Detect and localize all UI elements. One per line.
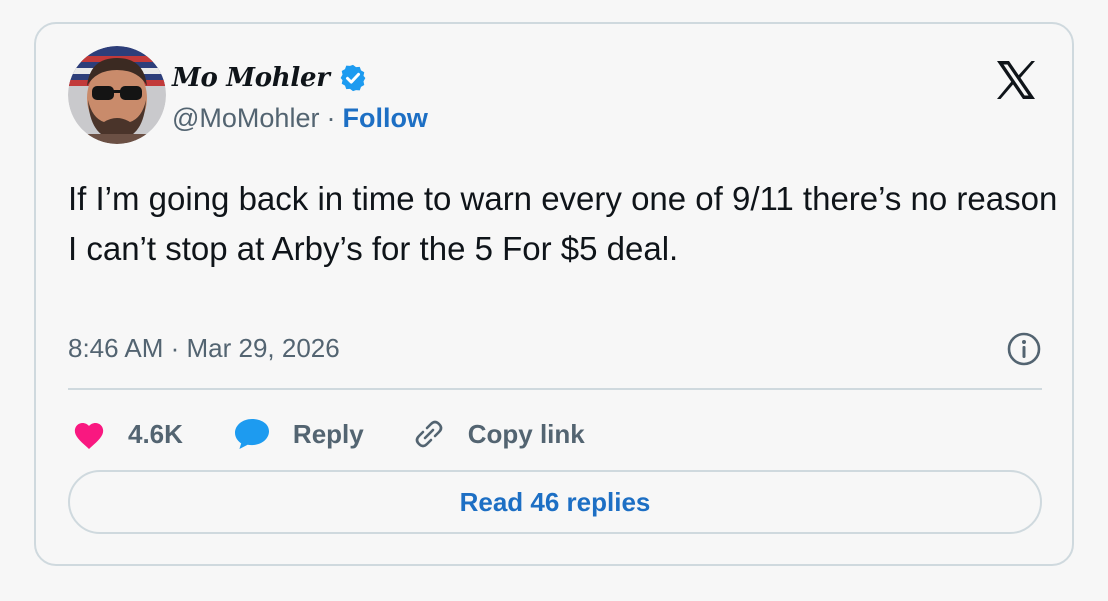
author-display-name[interactable]: Mo Mohler bbox=[172, 63, 330, 93]
reply-label: Reply bbox=[292, 418, 364, 449]
follow-button[interactable]: Follow bbox=[342, 103, 427, 134]
copy-link-label: Copy link bbox=[467, 418, 585, 449]
link-icon bbox=[410, 417, 448, 451]
copy-link-button[interactable]: Copy link bbox=[410, 417, 585, 451]
handle-separator: · bbox=[326, 102, 336, 133]
divider bbox=[68, 388, 1042, 390]
tweet-timestamp[interactable]: 8:46 AM · Mar 29, 2026 bbox=[68, 328, 340, 368]
tweet-text: If I’m going back in time to warn every … bbox=[68, 180, 1058, 267]
tweet-card: Mo Mohler @MoMohler · Follow If I’m goin… bbox=[34, 22, 1074, 566]
reply-button[interactable]: Reply bbox=[233, 417, 364, 451]
author-handle-row: @MoMohler · Follow bbox=[172, 100, 428, 136]
like-count: 4.6K bbox=[128, 418, 183, 449]
x-logo-icon[interactable] bbox=[994, 58, 1038, 102]
info-icon[interactable] bbox=[1006, 331, 1042, 367]
speech-bubble-icon bbox=[233, 417, 271, 451]
verified-badge-icon bbox=[338, 63, 368, 93]
read-replies-button[interactable]: Read 46 replies bbox=[68, 470, 1042, 534]
author-name-row: Mo Mohler bbox=[172, 58, 368, 98]
avatar[interactable] bbox=[68, 46, 166, 144]
like-button[interactable]: 4.6K bbox=[72, 418, 183, 450]
heart-icon bbox=[72, 418, 106, 450]
author-handle[interactable]: @MoMohler bbox=[172, 103, 319, 134]
action-bar: 4.6K Reply Copy link bbox=[72, 412, 585, 456]
